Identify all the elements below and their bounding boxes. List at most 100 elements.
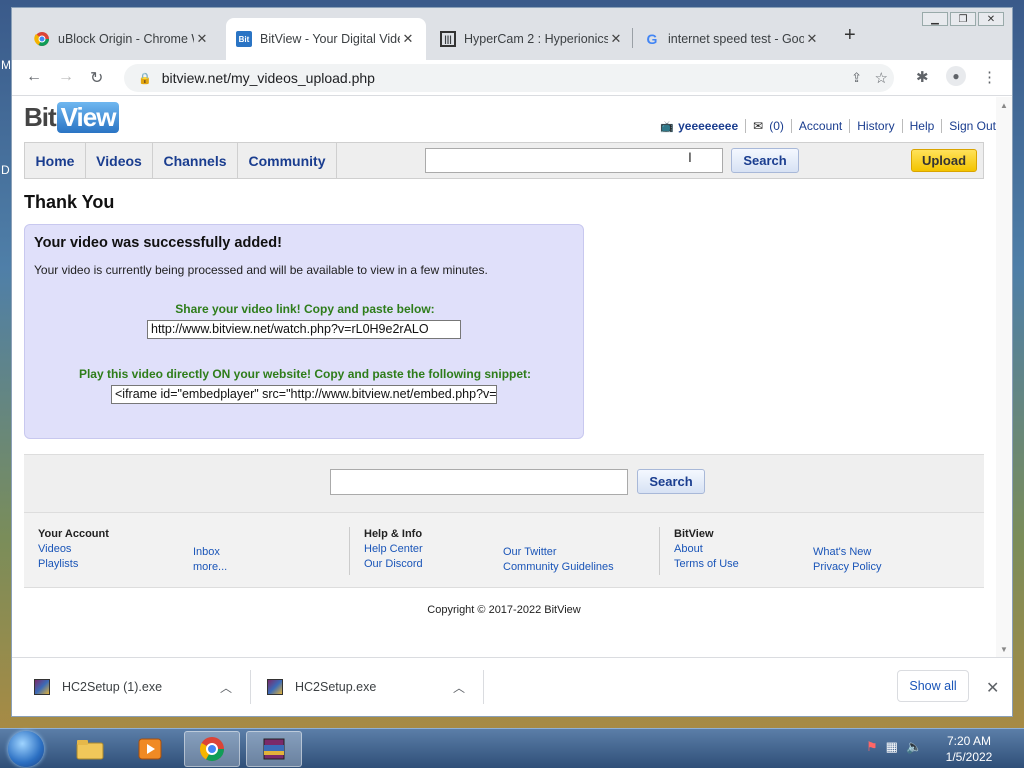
chevron-up-icon[interactable]: ︿ — [453, 679, 465, 696]
footer-link-guidelines[interactable]: Community Guidelines — [503, 560, 614, 575]
winrar-taskbar-icon[interactable] — [246, 731, 302, 767]
sign-out-link[interactable]: Sign Out — [949, 119, 996, 133]
footer-col-bitview-2: What's New Privacy Policy — [813, 545, 881, 575]
bitview-icon: Bit — [236, 31, 252, 47]
hyperionics-icon: ||| — [440, 31, 456, 47]
success-panel: Your video was successfully added! Your … — [24, 224, 584, 439]
browser-window: uBlock Origin - Chrome W ✕ Bit BitView -… — [12, 8, 1012, 716]
footer-link-help-center[interactable]: Help Center — [364, 542, 423, 557]
forward-button[interactable]: → — [58, 68, 74, 86]
nav-videos[interactable]: Videos — [86, 143, 153, 178]
username-link[interactable]: yeeeeeeee — [678, 119, 738, 133]
action-center-icon[interactable]: ⚑ — [866, 739, 878, 755]
upload-button[interactable]: Upload — [911, 149, 977, 172]
account-link[interactable]: Account — [799, 119, 842, 133]
close-icon[interactable]: ✕ — [400, 31, 416, 47]
close-icon[interactable]: ✕ — [194, 31, 210, 47]
close-window-button[interactable]: ✕ — [978, 12, 1004, 26]
embed-code-field[interactable]: <iframe id="embedplayer" src="http://www… — [111, 385, 497, 404]
bitview-logo[interactable]: Bit View — [24, 102, 120, 133]
footer-link-playlists[interactable]: Playlists — [38, 557, 109, 572]
star-icon[interactable]: ☆ — [875, 69, 888, 87]
nav-channels[interactable]: Channels — [153, 143, 238, 178]
nav-community[interactable]: Community — [238, 143, 337, 178]
footer-link-terms[interactable]: Terms of Use — [674, 557, 739, 572]
divider — [349, 527, 350, 575]
folder-icon — [76, 740, 104, 760]
footer-link-discord[interactable]: Our Discord — [364, 557, 423, 572]
taskbar-clock[interactable]: 7:20 AM 1/5/2022 — [930, 733, 1008, 765]
footer-search-button[interactable]: Search — [637, 469, 705, 494]
extensions-icon[interactable]: ✱ — [916, 68, 929, 86]
show-all-button[interactable]: Show all — [897, 670, 969, 702]
inbox-count[interactable]: (0) — [769, 119, 784, 133]
divider — [901, 119, 903, 133]
minimize-button[interactable]: ▁ — [922, 12, 948, 26]
scroll-down-icon[interactable]: ▼ — [1000, 645, 1008, 654]
success-text: Your video is currently being processed … — [34, 263, 488, 277]
footer-link-twitter[interactable]: Our Twitter — [503, 545, 614, 560]
footer-link-videos[interactable]: Videos — [38, 542, 109, 557]
footer-link-about[interactable]: About — [674, 542, 739, 557]
mail-icon[interactable]: ✉ — [753, 119, 763, 133]
footer-link-inbox[interactable]: Inbox — [193, 545, 227, 560]
divider — [250, 670, 251, 704]
tab-bitview[interactable]: Bit BitView - Your Digital Vide ✕ — [226, 18, 426, 60]
search-input[interactable] — [425, 148, 723, 173]
menu-icon[interactable]: ⋮ — [982, 68, 997, 86]
profile-icon[interactable]: ● — [946, 66, 966, 86]
download-item[interactable]: HC2Setup.exe ︿ — [267, 658, 479, 716]
tab-speedtest[interactable]: G internet speed test - Goo ✕ — [634, 18, 830, 60]
share-label: Share your video link! Copy and paste be… — [175, 302, 435, 316]
tab-title: uBlock Origin - Chrome W — [58, 32, 194, 46]
network-icon[interactable]: ▦ — [886, 739, 898, 755]
footer-link-privacy[interactable]: Privacy Policy — [813, 560, 881, 575]
chevron-up-icon[interactable]: ︿ — [220, 679, 232, 696]
back-button[interactable]: ← — [26, 68, 42, 86]
nav-home[interactable]: Home — [25, 143, 86, 178]
footer-search-input[interactable] — [330, 469, 628, 495]
address-bar[interactable]: 🔒 bitview.net/my_videos_upload.php ⇪ ☆ — [124, 64, 894, 92]
close-icon[interactable]: ✕ — [608, 31, 624, 47]
tab-separator — [632, 28, 633, 48]
download-bar: HC2Setup (1).exe ︿ HC2Setup.exe ︿ Show a… — [12, 657, 1012, 716]
tab-hypercam[interactable]: ||| HyperCam 2 : Hyperionics ✕ — [430, 18, 634, 60]
winrar-icon — [263, 738, 285, 760]
footer-heading: Help & Info — [364, 528, 423, 540]
footer-col-bitview: BitView About Terms of Use — [674, 528, 739, 572]
share-icon[interactable]: ⇪ — [851, 70, 862, 86]
footer-col-help-2: Our Twitter Community Guidelines — [503, 545, 614, 575]
footer-link-whats-new[interactable]: What's New — [813, 545, 881, 560]
download-item[interactable]: HC2Setup (1).exe ︿ — [34, 658, 246, 716]
tab-strip: uBlock Origin - Chrome W ✕ Bit BitView -… — [12, 8, 1012, 60]
start-button[interactable] — [8, 731, 44, 767]
explorer-taskbar-icon[interactable] — [62, 731, 118, 767]
reload-button[interactable]: ↻ — [90, 68, 103, 88]
embed-label: Play this video directly ON your website… — [78, 367, 532, 381]
page-title: Thank You — [24, 192, 115, 212]
footer-link-more[interactable]: more... — [193, 560, 227, 575]
share-url-field[interactable]: http://www.bitview.net/watch.php?v=rL0H9… — [147, 320, 461, 339]
media-player-taskbar-icon[interactable] — [122, 731, 178, 767]
desktop-label: D — [1, 163, 10, 177]
tab-title: HyperCam 2 : Hyperionics — [464, 32, 608, 46]
search-button[interactable]: Search — [731, 148, 799, 173]
volume-icon[interactable]: 🔈 — [906, 739, 922, 755]
footer-col-account-2: Inbox more... — [193, 545, 227, 575]
download-filename: HC2Setup.exe — [295, 680, 377, 694]
main-nav: Home Videos Channels Community Search Up… — [24, 142, 984, 179]
close-icon[interactable]: ✕ — [986, 678, 999, 698]
chrome-taskbar-icon[interactable] — [184, 731, 240, 767]
help-link[interactable]: Help — [910, 119, 935, 133]
new-tab-button[interactable]: + — [844, 24, 856, 47]
close-icon[interactable]: ✕ — [804, 31, 820, 47]
page-scrollbar[interactable]: ▲ ▼ — [996, 97, 1012, 657]
taskbar: ⚑ ▦ 🔈 7:20 AM 1/5/2022 — [0, 728, 1024, 768]
divider — [790, 119, 792, 133]
maximize-button[interactable]: ❐ — [950, 12, 976, 26]
scroll-up-icon[interactable]: ▲ — [1000, 101, 1008, 110]
tab-ublock[interactable]: uBlock Origin - Chrome W ✕ — [24, 18, 220, 60]
url-text: bitview.net/my_videos_upload.php — [161, 70, 375, 86]
history-link[interactable]: History — [857, 119, 894, 133]
winrar-icon — [34, 679, 50, 695]
